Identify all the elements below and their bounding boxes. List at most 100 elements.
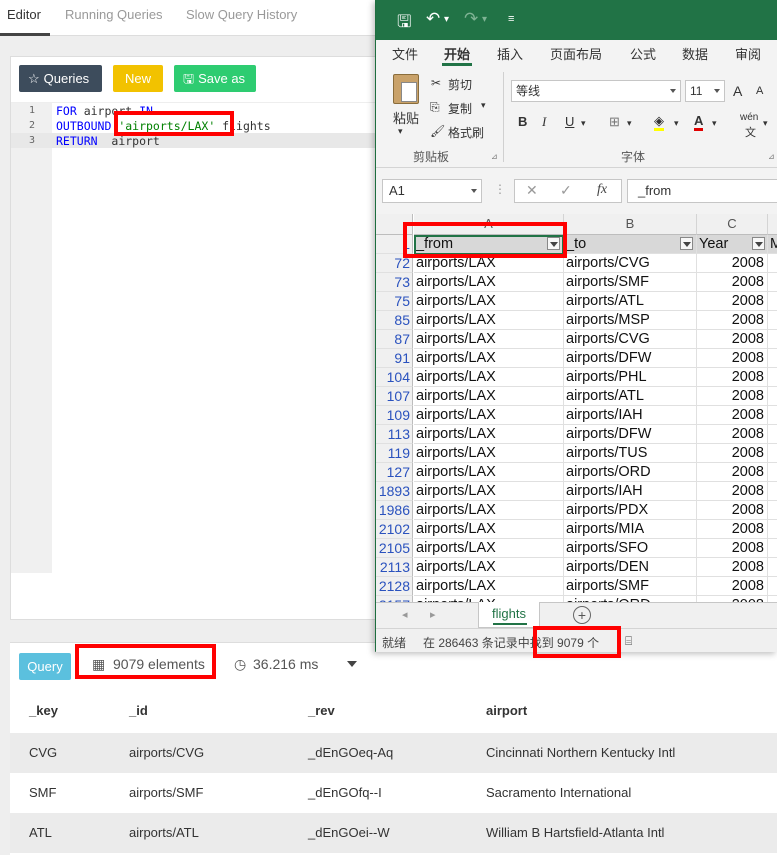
italic-button[interactable]: I bbox=[542, 114, 546, 130]
bold-button[interactable]: B bbox=[518, 114, 527, 129]
cell[interactable] bbox=[768, 406, 777, 425]
chevron-down-icon[interactable] bbox=[347, 661, 357, 667]
chevron-down-icon[interactable]: ▾ bbox=[481, 100, 486, 111]
cell[interactable]: airports/SMF bbox=[564, 577, 697, 596]
column-header[interactable]: airport bbox=[486, 703, 527, 718]
cell[interactable] bbox=[768, 387, 777, 406]
cell[interactable]: airports/CVG bbox=[564, 254, 697, 273]
cell[interactable]: 2008 bbox=[697, 311, 768, 330]
scroll-right-icon[interactable]: ▸ bbox=[430, 608, 436, 621]
row-header[interactable]: 113 bbox=[376, 425, 413, 444]
cell[interactable] bbox=[768, 558, 777, 577]
tab-review[interactable]: 审阅 bbox=[735, 44, 761, 63]
cell[interactable]: airports/LAX bbox=[414, 425, 564, 444]
row-header[interactable]: 2128 bbox=[376, 577, 413, 596]
cell[interactable]: 2008 bbox=[697, 558, 768, 577]
font-size-select[interactable]: 11 bbox=[685, 80, 725, 102]
cell[interactable]: airports/SMF bbox=[564, 273, 697, 292]
tab-page-layout[interactable]: 页面布局 bbox=[550, 44, 602, 63]
cell[interactable]: airports/LAX bbox=[414, 482, 564, 501]
copy-button[interactable]: 复制 bbox=[448, 100, 472, 117]
accessibility-icon[interactable]: ⌸ bbox=[625, 634, 632, 649]
code-editor[interactable]: 1 2 3 FOR airport IN OUTBOUND 'airports/… bbox=[11, 102, 379, 573]
row-header[interactable]: 73 bbox=[376, 273, 413, 292]
chevron-down-icon[interactable]: ▾ bbox=[398, 126, 403, 137]
cell[interactable]: 2008 bbox=[697, 330, 768, 349]
cell[interactable]: airports/DFW bbox=[564, 349, 697, 368]
tab-home[interactable]: 开始 bbox=[444, 44, 470, 63]
chevron-down-icon[interactable]: ▾ bbox=[712, 118, 717, 129]
cell[interactable]: airports/LAX bbox=[414, 577, 564, 596]
cell[interactable]: airports/LAX bbox=[414, 406, 564, 425]
cell[interactable]: airports/PDX bbox=[564, 501, 697, 520]
row-header[interactable]: 91 bbox=[376, 349, 413, 368]
cell[interactable] bbox=[768, 501, 777, 520]
cell[interactable]: airports/IAH bbox=[564, 406, 697, 425]
cell[interactable]: 2008 bbox=[697, 349, 768, 368]
cell[interactable]: airports/LAX bbox=[414, 501, 564, 520]
tab-file[interactable]: 文件 bbox=[392, 44, 418, 63]
cancel-icon[interactable]: ✕ bbox=[526, 182, 538, 199]
formula-input[interactable]: _from bbox=[627, 179, 777, 203]
cell[interactable] bbox=[768, 482, 777, 501]
cell[interactable] bbox=[768, 444, 777, 463]
cell[interactable]: 2008 bbox=[697, 482, 768, 501]
cell[interactable]: airports/ORD bbox=[564, 463, 697, 482]
confirm-icon[interactable]: ✓ bbox=[560, 182, 572, 199]
cell[interactable]: 2008 bbox=[697, 425, 768, 444]
font-color-icon[interactable]: A bbox=[694, 114, 704, 131]
grow-font-icon[interactable]: A bbox=[733, 83, 742, 99]
cell[interactable]: 2008 bbox=[697, 292, 768, 311]
phonetic-guide-icon[interactable]: wén bbox=[740, 112, 758, 123]
row-header[interactable]: 2105 bbox=[376, 539, 413, 558]
column-header-d[interactable] bbox=[768, 214, 777, 235]
cell[interactable]: 2008 bbox=[697, 463, 768, 482]
table-row[interactable]: ATL airports/ATL _dEnGOei--W William B H… bbox=[10, 813, 777, 853]
customize-toolbar-icon[interactable]: ≡ bbox=[508, 13, 514, 25]
row-header[interactable]: 1893 bbox=[376, 482, 413, 501]
tab-running-queries[interactable]: Running Queries bbox=[65, 7, 163, 22]
tab-data[interactable]: 数据 bbox=[682, 44, 708, 63]
cell[interactable] bbox=[768, 425, 777, 444]
cell[interactable]: airports/ATL bbox=[564, 387, 697, 406]
format-painter-button[interactable]: 格式刷 bbox=[448, 124, 484, 141]
insert-function-icon[interactable]: fx bbox=[597, 182, 607, 198]
queries-button[interactable]: ☆ Queries bbox=[19, 65, 102, 92]
row-header[interactable]: 104 bbox=[376, 368, 413, 387]
cut-button[interactable]: 剪切 bbox=[448, 76, 472, 93]
cell[interactable] bbox=[768, 463, 777, 482]
cell[interactable]: airports/LAX bbox=[414, 311, 564, 330]
tab-formulas[interactable]: 公式 bbox=[630, 44, 656, 63]
cell[interactable]: airports/PHL bbox=[564, 368, 697, 387]
plus-circle-icon[interactable]: + bbox=[573, 606, 591, 624]
cell[interactable]: airports/DEN bbox=[564, 558, 697, 577]
cell[interactable] bbox=[768, 292, 777, 311]
cell[interactable] bbox=[768, 349, 777, 368]
row-header[interactable]: 87 bbox=[376, 330, 413, 349]
chevron-down-icon[interactable]: ▾ bbox=[444, 14, 449, 25]
query-button[interactable]: Query bbox=[19, 653, 71, 680]
save-icon[interactable]: 🖫 bbox=[397, 9, 411, 38]
chevron-down-icon[interactable]: ▾ bbox=[674, 118, 679, 129]
cell[interactable]: airports/DFW bbox=[564, 425, 697, 444]
undo-icon[interactable]: ↶ bbox=[426, 9, 440, 29]
scroll-left-icon[interactable]: ◂ bbox=[402, 608, 408, 621]
row-header[interactable]: 107 bbox=[376, 387, 413, 406]
cell[interactable]: 2008 bbox=[697, 577, 768, 596]
tab-editor[interactable]: Editor bbox=[7, 7, 41, 22]
chevron-down-icon[interactable]: ▾ bbox=[627, 118, 632, 129]
font-name-select[interactable]: 等线 bbox=[511, 80, 681, 102]
cell[interactable] bbox=[768, 539, 777, 558]
filter-dropdown-icon[interactable] bbox=[680, 237, 693, 250]
cell[interactable] bbox=[768, 368, 777, 387]
paste-button[interactable]: 粘贴 bbox=[393, 108, 419, 127]
cell-d1[interactable]: M bbox=[768, 235, 777, 254]
cell[interactable]: airports/LAX bbox=[414, 292, 564, 311]
cell[interactable] bbox=[768, 311, 777, 330]
cell[interactable]: 2008 bbox=[697, 501, 768, 520]
sheet-tab-flights[interactable]: flights bbox=[478, 602, 540, 628]
cell[interactable] bbox=[768, 254, 777, 273]
name-box[interactable]: A1 bbox=[382, 179, 482, 203]
table-row[interactable]: SMF airports/SMF _dEnGOfq--I Sacramento … bbox=[10, 773, 777, 813]
cell[interactable]: airports/MIA bbox=[564, 520, 697, 539]
